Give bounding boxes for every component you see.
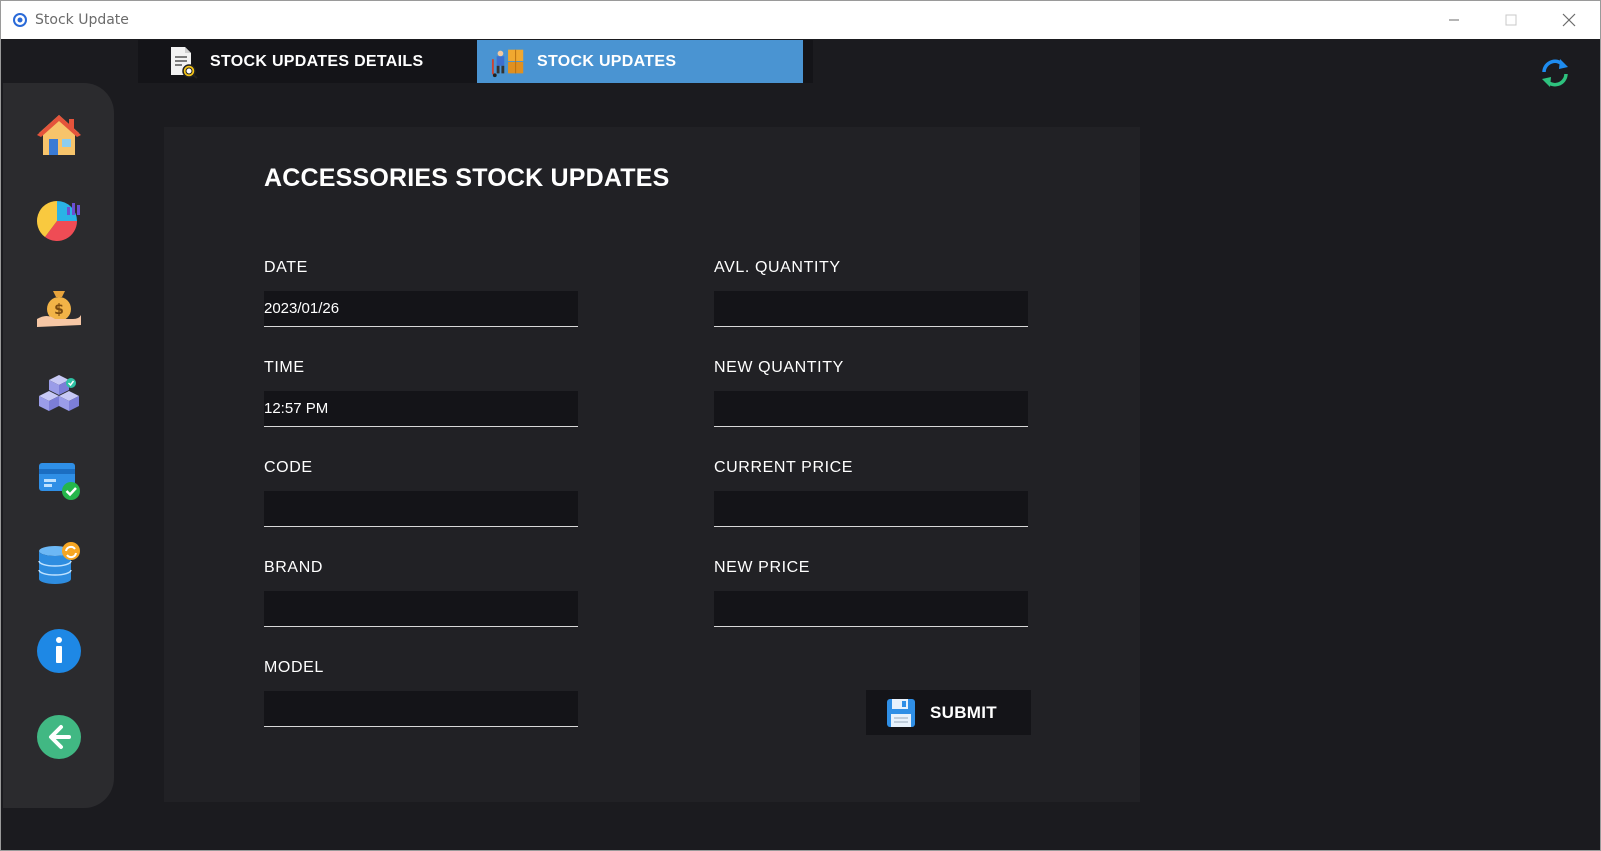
- minimize-icon: [1449, 19, 1459, 21]
- sidebar-item-stock[interactable]: [35, 369, 83, 417]
- sidebar-item-payments[interactable]: [35, 455, 83, 503]
- sidebar-item-database[interactable]: [35, 541, 83, 589]
- delivery-boxes-icon: [491, 44, 527, 80]
- avl-quantity-label: AVL. QUANTITY: [714, 259, 841, 276]
- submit-label: SUBMIT: [930, 702, 997, 722]
- avl-quantity-field[interactable]: [714, 291, 1028, 327]
- money-bag-icon: $: [37, 291, 81, 327]
- new-quantity-field[interactable]: [714, 391, 1028, 427]
- date-field[interactable]: [264, 291, 578, 327]
- window-title: Stock Update: [35, 12, 129, 28]
- home-icon: [37, 115, 81, 155]
- time-field[interactable]: [264, 391, 578, 427]
- card-check-icon: [39, 463, 80, 500]
- floppy-disk-icon: [887, 698, 915, 727]
- date-label: DATE: [264, 259, 308, 276]
- database-sync-icon: [38, 542, 80, 584]
- app-window: Stock Update STOCK UPDATES DETAILS STOCK…: [0, 0, 1601, 851]
- sidebar: $: [3, 83, 114, 808]
- brand-label: BRAND: [264, 559, 324, 576]
- app-logo-icon: [13, 13, 27, 27]
- new-quantity-label: NEW QUANTITY: [714, 359, 844, 376]
- chart-icon: [37, 201, 80, 241]
- tab-label: STOCK UPDATES: [537, 52, 677, 70]
- model-field[interactable]: [264, 691, 578, 727]
- refresh-icon[interactable]: [1538, 56, 1572, 90]
- current-price-label: CURRENT PRICE: [714, 459, 854, 476]
- model-label: MODEL: [264, 659, 324, 676]
- code-field[interactable]: [264, 491, 578, 527]
- brand-field[interactable]: [264, 591, 578, 627]
- new-price-label: NEW PRICE: [714, 559, 811, 576]
- title-bar: Stock Update: [1, 1, 1600, 39]
- sidebar-item-home[interactable]: [35, 111, 83, 159]
- form-title: ACCESSORIES STOCK UPDATES: [264, 164, 670, 192]
- code-label: CODE: [264, 459, 313, 476]
- minimize-button[interactable]: [1426, 1, 1482, 39]
- maximize-icon: [1505, 14, 1517, 26]
- current-price-field[interactable]: [714, 491, 1028, 527]
- document-search-icon: [164, 44, 200, 80]
- submit-button[interactable]: SUBMIT: [866, 690, 1031, 735]
- close-icon: [1562, 13, 1576, 27]
- stock-update-form: ACCESSORIES STOCK UPDATES DATE TIME CODE…: [164, 127, 1140, 802]
- time-label: TIME: [264, 359, 305, 376]
- close-button[interactable]: [1541, 1, 1597, 39]
- maximize-button[interactable]: [1483, 1, 1539, 39]
- info-icon: [37, 629, 81, 673]
- back-arrow-icon: [37, 715, 81, 759]
- tab-stock-updates[interactable]: STOCK UPDATES: [477, 40, 803, 83]
- svg-text:$: $: [54, 302, 64, 318]
- boxes-icon: [39, 375, 79, 411]
- tab-stock-updates-details[interactable]: STOCK UPDATES DETAILS: [138, 40, 475, 83]
- sidebar-item-sales[interactable]: $: [35, 283, 83, 331]
- tab-bar: STOCK UPDATES DETAILS STOCK UPDATES: [138, 40, 813, 83]
- sidebar-item-about[interactable]: [35, 627, 83, 675]
- sidebar-item-back[interactable]: [35, 713, 83, 761]
- tab-label: STOCK UPDATES DETAILS: [210, 52, 424, 70]
- sidebar-item-dashboard[interactable]: [35, 197, 83, 245]
- new-price-field[interactable]: [714, 591, 1028, 627]
